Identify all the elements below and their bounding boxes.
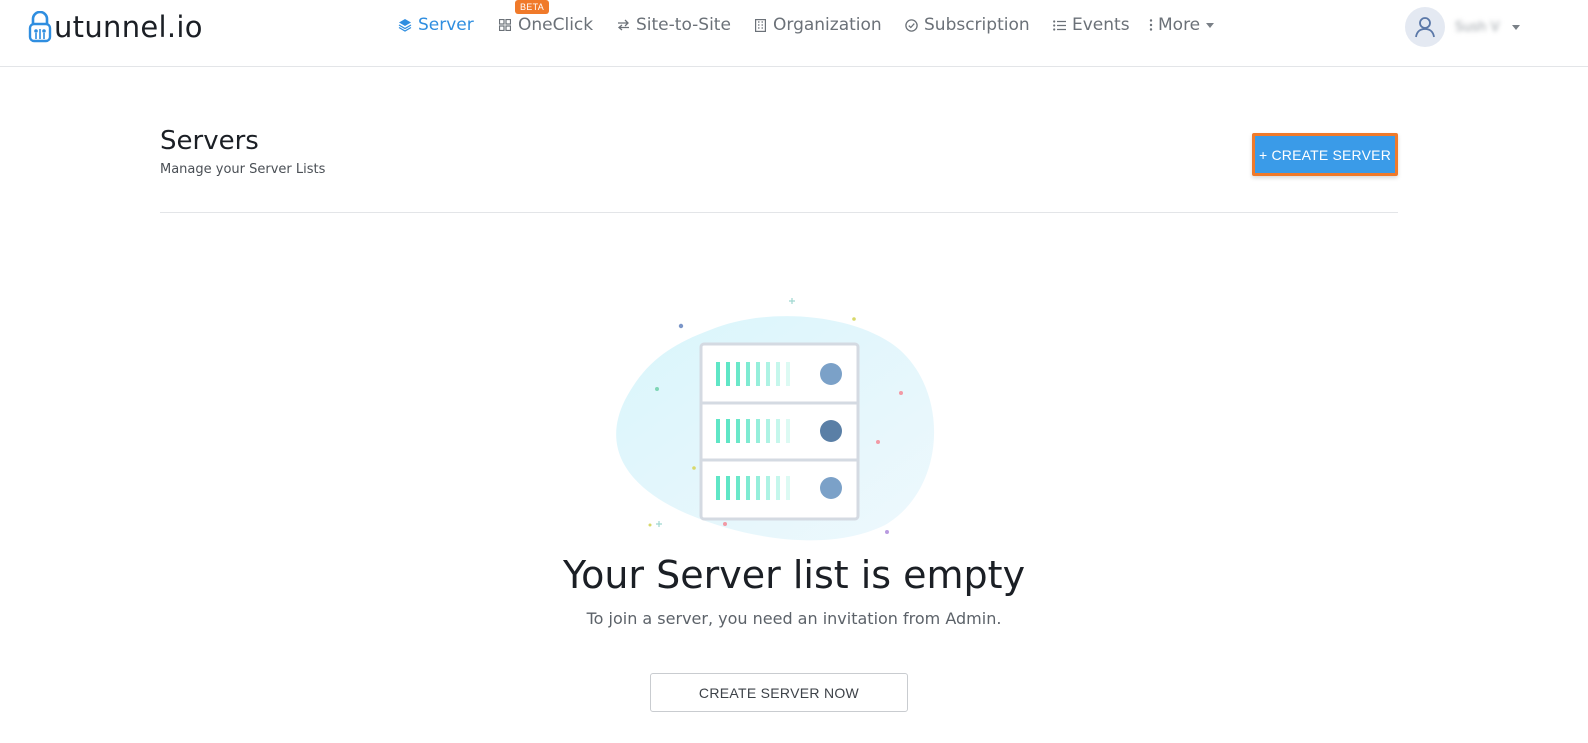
- brand-logo[interactable]: utunnel.io: [28, 10, 203, 44]
- nav-label-subscription: Subscription: [924, 15, 1030, 35]
- page-title: Servers: [160, 126, 259, 156]
- nav-item-more[interactable]: More: [1148, 15, 1215, 35]
- server-rack-illustration: [616, 298, 935, 541]
- layers-icon: [398, 18, 412, 32]
- nav-item-server[interactable]: Server: [398, 15, 474, 35]
- create-server-button[interactable]: + CREATE SERVER: [1252, 133, 1398, 176]
- user-icon: [1415, 17, 1435, 38]
- nav-item-site-to-site[interactable]: Site-to-Site: [616, 15, 731, 35]
- chevron-down-icon: [1511, 24, 1520, 30]
- nav-label-site-to-site: Site-to-Site: [636, 15, 731, 35]
- top-navbar: utunnel.io Server BETA OneClick Site-to-…: [0, 0, 1588, 67]
- check-circle-icon: [904, 18, 918, 32]
- page-subtitle: Manage your Server Lists: [160, 162, 326, 177]
- nav-item-oneclick[interactable]: OneClick: [498, 15, 593, 35]
- building-icon: [753, 18, 767, 32]
- vertical-dots-icon: [1148, 18, 1154, 32]
- nav-label-oneclick: OneClick: [518, 15, 594, 35]
- nav-item-subscription[interactable]: Subscription: [904, 15, 1030, 35]
- nav-label-events: Events: [1072, 15, 1130, 35]
- nav-label-server: Server: [418, 15, 474, 35]
- avatar: [1405, 7, 1445, 47]
- nav-label-organization: Organization: [773, 15, 882, 35]
- grid-icon: [498, 18, 512, 32]
- empty-state-title: Your Server list is empty: [562, 553, 1026, 597]
- user-name: Sush V: [1455, 19, 1500, 35]
- lock-icon: [28, 11, 52, 43]
- brand-name: utunnel.io: [54, 10, 203, 44]
- beta-badge: BETA: [515, 0, 550, 14]
- user-menu[interactable]: Sush V: [1405, 7, 1520, 47]
- nav-label-more: More: [1158, 15, 1201, 35]
- nav-item-events[interactable]: Events: [1052, 15, 1130, 35]
- empty-state-text: To join a server, you need an invitation…: [586, 609, 1002, 628]
- create-server-now-button[interactable]: CREATE SERVER NOW: [650, 673, 908, 712]
- list-icon: [1052, 18, 1066, 32]
- nav-item-organization[interactable]: Organization: [753, 15, 882, 35]
- arrows-swap-icon: [616, 18, 630, 32]
- header-divider: [160, 212, 1398, 213]
- chevron-down-icon: [1206, 22, 1215, 28]
